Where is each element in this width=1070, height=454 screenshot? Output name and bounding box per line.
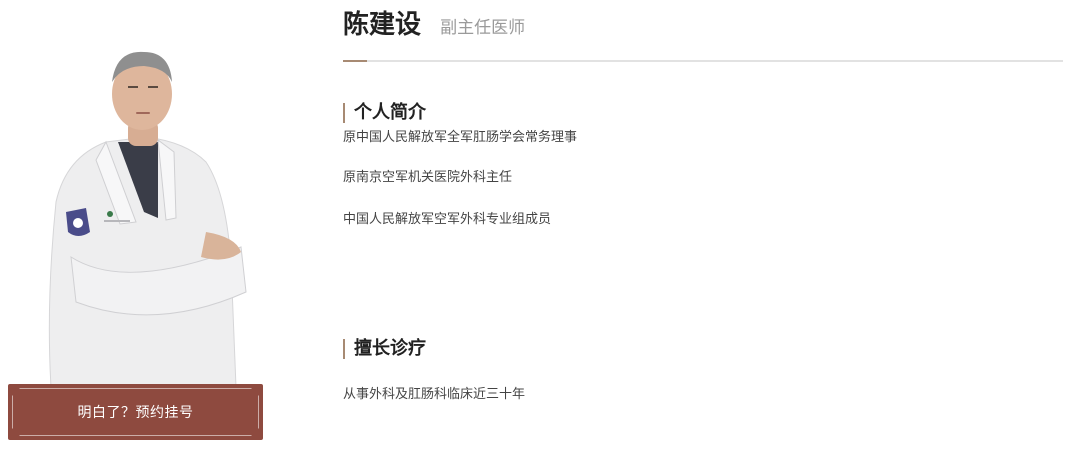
header-divider: [343, 60, 1063, 62]
profile-heading: 个人简介: [343, 103, 426, 123]
profile-item: 中国人民解放军空军外科专业组成员: [343, 212, 552, 227]
profile-item: 原中国人民解放军全军肛肠学会常务理事: [343, 130, 578, 145]
doctor-photo: [36, 42, 256, 387]
divider-accent: [343, 60, 367, 62]
doctor-profile-page: 明白了？预约挂号 陈建设 副主任医师 个人简介 原中国人民解放军全军肛肠学会常务…: [0, 0, 1070, 454]
appointment-button-frame: 明白了？预约挂号: [8, 384, 263, 440]
doctor-title: 副主任医师: [440, 18, 526, 38]
specialty-heading: 擅长诊疗: [343, 339, 426, 359]
specialty-item: 从事外科及肛肠科临床近三十年: [343, 387, 526, 402]
doctor-name: 陈建设: [343, 10, 422, 40]
profile-item: 原南京空军机关医院外科主任: [343, 170, 513, 185]
doctor-header: 陈建设 副主任医师: [343, 4, 525, 41]
appointment-button[interactable]: 明白了？预约挂号: [8, 384, 263, 440]
